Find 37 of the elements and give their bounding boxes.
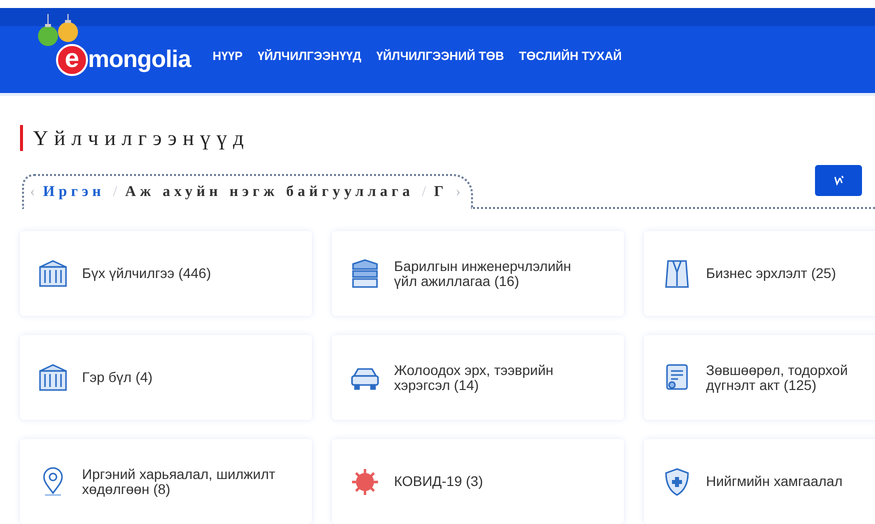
nav-link[interactable]: ҮЙЛЧИЛГЭЭНИЙ ТӨВ [376, 48, 504, 62]
glyph-icon [832, 174, 844, 186]
category-card[interactable]: Зөвшөөрөл, тодорхой дүгнэлт акт (125) [644, 335, 875, 420]
category-label: Бизнес эрхлэлт (25) [706, 266, 837, 281]
category-tab[interactable]: Г [434, 184, 448, 201]
toggle-button[interactable] [815, 165, 862, 196]
category-card[interactable]: КОВИД-19 (3) [332, 439, 624, 524]
page-title: Үйлчилгээнүүд [33, 126, 250, 150]
category-label: Иргэний харьяалал, шилжилт хөдөлгөөн (8) [82, 466, 276, 496]
columns-icon [38, 258, 68, 290]
category-card[interactable]: Гэр бүл (4) [20, 335, 312, 420]
category-label: Гэр бүл (4) [82, 370, 154, 385]
category-label: Зөвшөөрөл, тодорхой дүгнэлт акт (125) [706, 362, 849, 392]
category-label: Бүх үйлчилгээ (446) [82, 266, 212, 281]
title-accent [20, 125, 23, 151]
category-card[interactable]: Нийгмийн хамгаалал [644, 439, 875, 524]
suit-icon [662, 258, 692, 290]
category-tab[interactable]: Аж ахуйн нэгж байгууллага [125, 184, 414, 201]
separator-slash: / [112, 184, 118, 201]
category-label: Барилгын инженерчлэлийн үйл ажиллагаа (16) [394, 258, 572, 288]
nav-link[interactable]: ҮЙЛЧИЛГЭЭНҮҮД [258, 48, 362, 62]
logo-letter[interactable]: e [56, 44, 88, 76]
category-card[interactable]: Барилгын инженерчлэлийн үйл ажиллагаа (16) [332, 231, 624, 316]
category-tab[interactable]: Иргэн [43, 184, 105, 201]
nav-link[interactable]: НҮҮР [212, 48, 243, 62]
category-card[interactable]: Бизнес эрхлэлт (25) [644, 231, 875, 316]
building-icon [350, 258, 380, 290]
category-label: Жолоодох эрх, тээврийн хэрэгсэл (14) [394, 362, 554, 392]
category-card[interactable]: Бүх үйлчилгээ (446) [20, 231, 312, 316]
separator-slash: / [422, 184, 426, 201]
logo-text[interactable]: mongolia [88, 46, 191, 74]
category-card[interactable]: Иргэний харьяалал, шилжилт хөдөлгөөн (8) [20, 439, 312, 524]
nav-link[interactable]: ТӨСЛИЙН ТУХАЙ [519, 48, 622, 62]
category-label: Нийгмийн хамгаалал [706, 474, 844, 489]
columns-icon [38, 362, 68, 394]
category-label: КОВИД-19 (3) [394, 474, 484, 489]
category-card[interactable]: Жолоодох эрх, тээврийн хэрэгсэл (14) [332, 335, 624, 420]
